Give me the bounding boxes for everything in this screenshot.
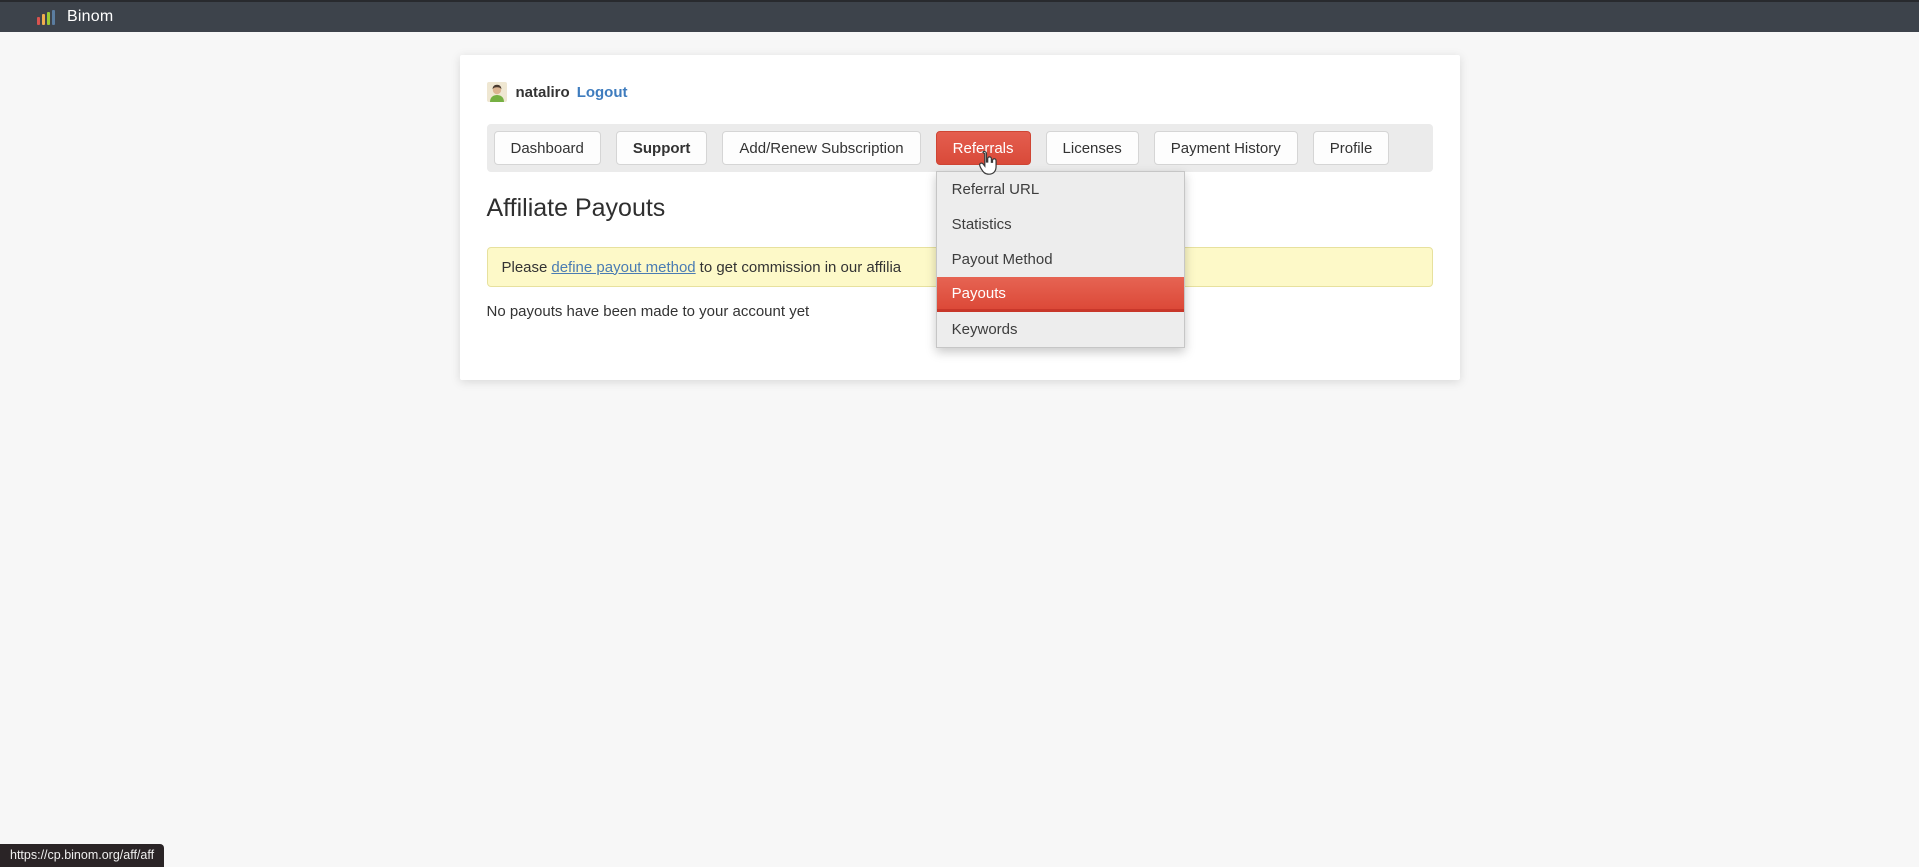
tab-add-renew-subscription[interactable]: Add/Renew Subscription bbox=[722, 131, 920, 165]
screen: Binom nataliro Logout Dashboard Support … bbox=[0, 0, 1919, 867]
tab-payment-history[interactable]: Payment History bbox=[1154, 131, 1298, 165]
menu-item-payouts[interactable]: Payouts bbox=[937, 277, 1184, 312]
menu-item-payout-method[interactable]: Payout Method bbox=[937, 242, 1184, 277]
tab-referrals[interactable]: Referrals bbox=[936, 131, 1031, 165]
tab-dashboard[interactable]: Dashboard bbox=[494, 131, 601, 165]
notice-suffix: to get commission in our affilia bbox=[700, 259, 901, 276]
menu-item-keywords[interactable]: Keywords bbox=[937, 312, 1184, 347]
define-payout-method-link[interactable]: define payout method bbox=[551, 259, 695, 276]
menu-item-referral-url[interactable]: Referral URL bbox=[937, 172, 1184, 207]
tab-support[interactable]: Support bbox=[616, 131, 708, 165]
brand[interactable]: Binom bbox=[37, 8, 113, 26]
logout-link[interactable]: Logout bbox=[577, 84, 628, 101]
referrals-menu-wrap: Referrals Referral URL Statistics Payout… bbox=[936, 131, 1031, 165]
main-card: nataliro Logout Dashboard Support Add/Re… bbox=[460, 55, 1460, 380]
top-bar: Binom bbox=[0, 0, 1919, 32]
nav-strip: Dashboard Support Add/Renew Subscription… bbox=[487, 124, 1433, 172]
notice-prefix: Please bbox=[502, 259, 548, 276]
tab-licenses[interactable]: Licenses bbox=[1046, 131, 1139, 165]
bar-chart-logo-icon bbox=[37, 9, 55, 25]
referrals-dropdown-menu: Referral URL Statistics Payout Method Pa… bbox=[936, 171, 1185, 348]
menu-item-statistics[interactable]: Statistics bbox=[937, 207, 1184, 242]
brand-name: Binom bbox=[67, 8, 113, 26]
tab-profile[interactable]: Profile bbox=[1313, 131, 1390, 165]
link-status-tooltip: https://cp.binom.org/aff/aff bbox=[0, 844, 164, 867]
user-row: nataliro Logout bbox=[487, 82, 1433, 102]
user-avatar bbox=[487, 82, 507, 102]
username-label: nataliro bbox=[516, 84, 570, 101]
